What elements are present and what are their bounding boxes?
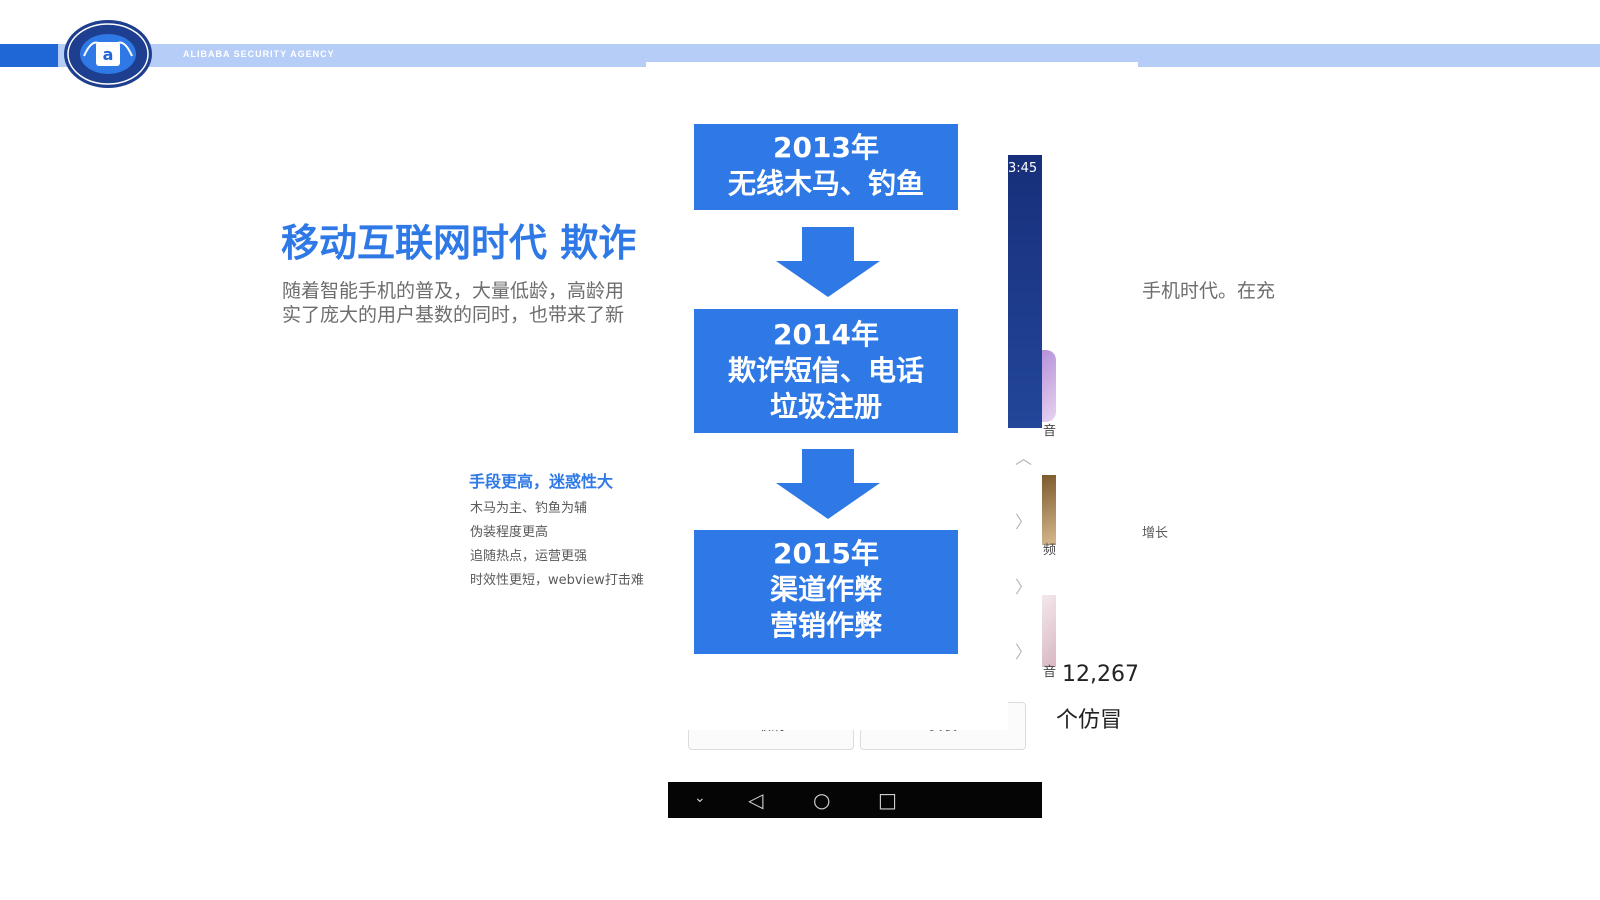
chevron-down-icon[interactable]: ⌄ xyxy=(694,790,706,806)
thumb-caption: 音 xyxy=(1043,424,1057,439)
flow-step-line: 无线木马、钓鱼 xyxy=(727,167,924,200)
phone-header-area xyxy=(1006,155,1042,428)
feature-line: 追随热点，运营更强 xyxy=(470,549,588,564)
fake-app-label: 个仿冒 xyxy=(1056,708,1123,733)
feature-line: 木马为主、钓鱼为辅 xyxy=(470,501,588,516)
chevron-right-icon[interactable]: 〉 xyxy=(1015,573,1032,598)
flow-step-year: 2013年 xyxy=(773,131,879,164)
flow-step-2013: 2013年 无线木马、钓鱼 xyxy=(694,124,958,210)
app-thumbnail xyxy=(1042,475,1056,545)
home-icon[interactable]: ○ xyxy=(813,788,830,812)
agency-seal-logo-icon: a xyxy=(64,20,152,88)
flow-step-line: 营销作弊 xyxy=(769,609,882,642)
phone-status-time: 3:45 xyxy=(1008,161,1038,176)
chevron-right-icon[interactable]: 〉 xyxy=(1015,508,1032,533)
header-accent-bar xyxy=(0,44,58,67)
flow-step-year: 2015年 xyxy=(773,537,879,570)
flow-step-line: 欺诈短信、电话 xyxy=(727,354,924,387)
intro-line-1: 随着智能手机的普及，大量低龄，高龄用 xyxy=(282,280,625,302)
arrow-down-icon xyxy=(776,227,880,297)
phone-permission-list: ︿ 〉 〉 〉 xyxy=(1006,428,1043,710)
overlay-card-extension xyxy=(1008,62,1138,155)
svg-text:a: a xyxy=(103,45,114,64)
phone-navigation-bar: ⌄ ◁ ○ □ xyxy=(668,782,1042,818)
chevron-up-icon[interactable]: ︿ xyxy=(1015,444,1032,469)
flow-step-line: 垃圾注册 xyxy=(769,390,882,423)
intro-line-right: 手机时代。在充 xyxy=(1142,280,1276,302)
slide-title: 移动互联网时代 欺诈 xyxy=(281,221,637,265)
agency-name: ALIBABA SECURITY AGENCY xyxy=(183,49,335,59)
thumb-caption: 音 xyxy=(1043,665,1057,680)
intro-line-2: 实了庞大的用户基数的同时，也带来了新 xyxy=(282,304,625,326)
flow-step-line: 渠道作弊 xyxy=(769,573,882,606)
back-icon[interactable]: ◁ xyxy=(748,788,763,812)
flow-step-year: 2014年 xyxy=(773,318,879,351)
chevron-right-icon[interactable]: 〉 xyxy=(1015,638,1032,663)
feature-line: 时效性更短，webview打击难 xyxy=(470,573,644,588)
arrow-down-icon xyxy=(776,449,880,519)
flow-step-2015: 2015年 渠道作弊 营销作弊 xyxy=(694,530,958,654)
recents-icon[interactable]: □ xyxy=(878,788,897,812)
thumb-caption: 频 xyxy=(1043,543,1057,558)
app-thumbnail xyxy=(1042,350,1056,422)
feature-heading: 手段更高，迷惑性大 xyxy=(469,472,614,491)
right-note: 增长 xyxy=(1142,526,1169,541)
flow-step-2014: 2014年 欺诈短信、电话 垃圾注册 xyxy=(694,309,958,433)
feature-line: 伪装程度更高 xyxy=(470,525,549,540)
fake-app-count: 12,267 xyxy=(1062,662,1139,687)
app-thumbnail xyxy=(1042,595,1056,667)
